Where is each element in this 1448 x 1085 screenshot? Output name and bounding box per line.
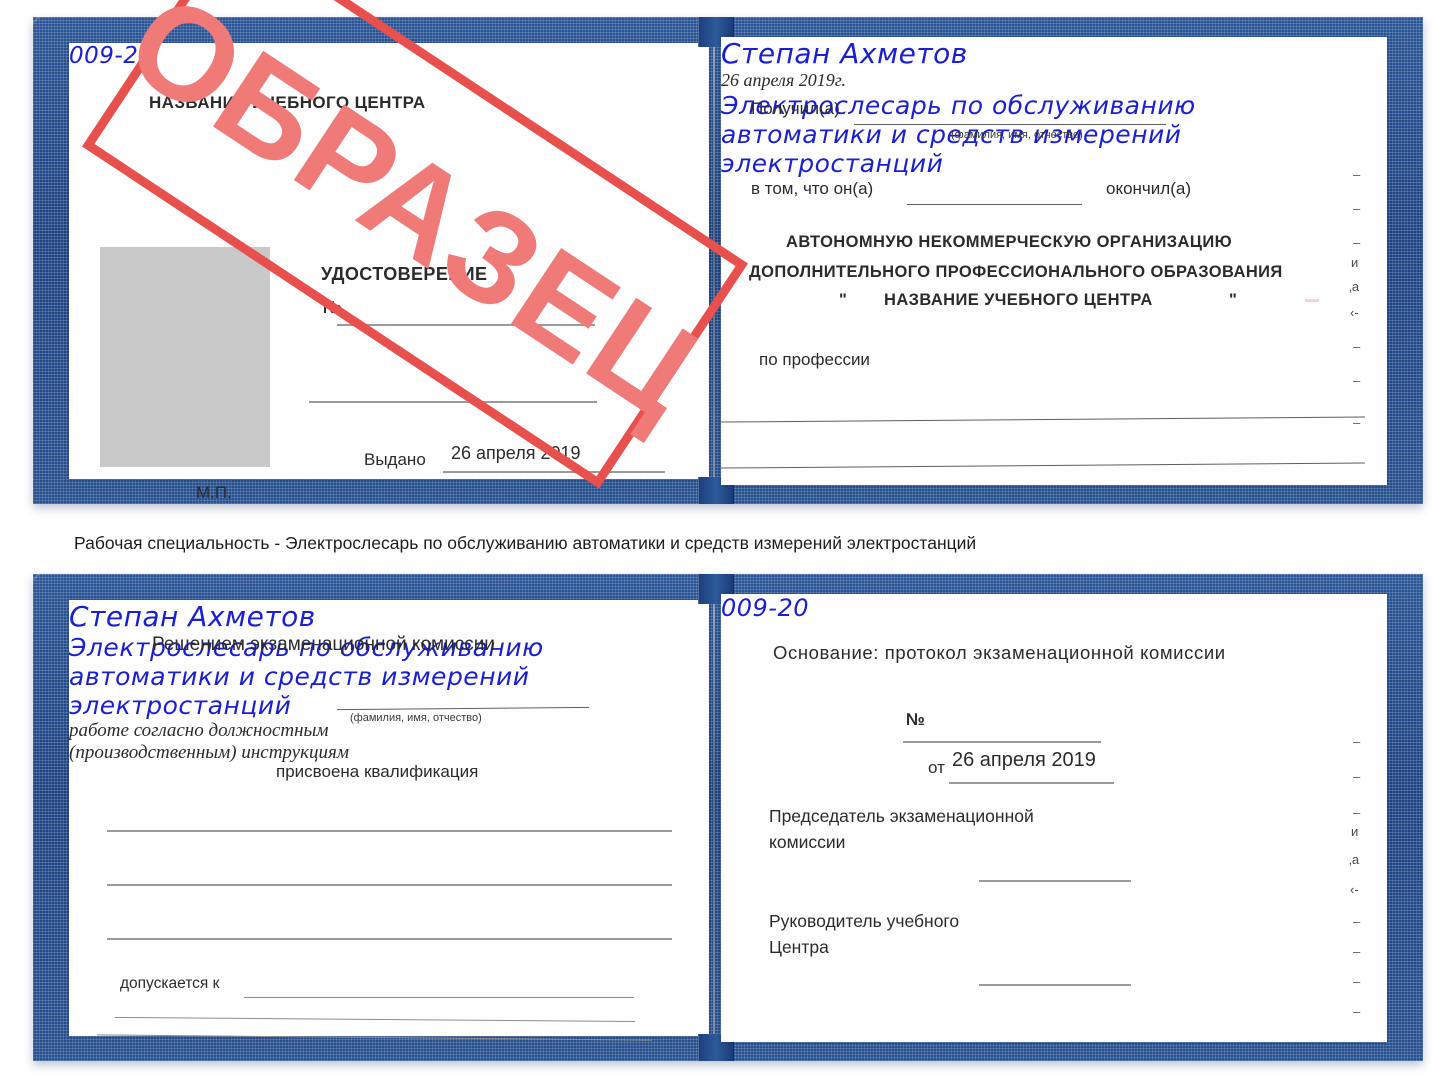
profession-label: по профессии	[759, 350, 870, 369]
finished-label: окончил(а)	[1106, 179, 1191, 198]
protocol-date-value: 26 апреля 2019	[952, 749, 1096, 771]
chairman-signature-rule	[979, 880, 1131, 882]
head-line-1: Руководитель учебного	[769, 911, 960, 931]
qualification-rule-2	[107, 884, 672, 886]
certificate-top-right-page: Получил(а) Степан Ахметов (фамилия, имя,…	[721, 37, 1387, 485]
chairman-line-2: комиссии	[769, 832, 846, 852]
photo-placeholder	[100, 247, 270, 467]
profession-line-3: электростанций	[721, 149, 944, 178]
head-line-2: Центра	[769, 937, 829, 957]
fio-hint-bottom: (фамилия, имя, отчество)	[350, 712, 482, 724]
certificate-bottom-left-page: Решением экзаменационной комиссии Степан…	[69, 600, 709, 1041]
protocol-number-label: №	[906, 710, 925, 729]
org-line-3: НАЗВАНИЕ УЧЕБНОГО ЦЕНТРА	[884, 291, 1153, 309]
issued-label: Выдано	[364, 450, 426, 469]
certificate-bottom-spine	[713, 604, 715, 1042]
number-value-top: 009-20	[69, 43, 154, 69]
training-center-name-top: НАЗВАНИЕ УЧЕБНОГО ЦЕНТРА	[149, 93, 426, 112]
number-label-top: №	[323, 298, 342, 317]
admitted-rule-1	[244, 997, 634, 998]
certificate-top-spine	[713, 47, 715, 485]
decision-heading: Решением экзаменационной комиссии	[152, 634, 495, 655]
issued-rule	[443, 471, 665, 473]
head-signature-rule	[979, 984, 1131, 986]
received-rule	[854, 124, 1166, 125]
caption-text: Рабочая специальность - Электрослесарь п…	[74, 533, 977, 553]
received-value: Степан Ахметов	[721, 37, 968, 70]
issued-value: 26 апреля 2019	[451, 443, 581, 463]
profession-rule-1	[721, 416, 1365, 423]
protocol-number-rule	[903, 741, 1101, 743]
certificate-title: УДОСТОВЕРЕНИЕ	[321, 264, 488, 284]
number-rule-top	[337, 324, 595, 326]
profession-rule-2	[721, 462, 1365, 469]
received-label: Получил(а)	[751, 99, 840, 118]
basis-label: Основание: протокол экзаменационной коми…	[773, 642, 1226, 663]
qualification-line-2: автоматики и средств измерений	[69, 662, 530, 691]
seal-label: М.П.	[196, 483, 232, 502]
in-that-value: 26 апреля 2019г.	[721, 70, 847, 90]
decision-name-value: Степан Ахметов	[69, 600, 316, 633]
admitted-rule-2	[115, 1016, 635, 1023]
admitted-label: допускается к	[120, 975, 220, 992]
org-line-1: АВТОНОМНУЮ НЕКОММЕРЧЕСКУЮ ОРГАНИЗАЦИЮ	[786, 233, 1232, 251]
fio-hint-top: (фамилия, имя, отчество)	[951, 129, 1083, 141]
protocol-date-label: от	[928, 758, 945, 777]
certificate-bottom: Решением экзаменационной комиссии Степан…	[33, 574, 1423, 1061]
blank-rule-top	[309, 401, 597, 403]
in-that-rule	[907, 204, 1082, 205]
org-quote-open: "	[839, 291, 848, 309]
qualification-rule-3	[107, 938, 672, 940]
protocol-date-rule	[949, 782, 1114, 784]
protocol-number-value: 009-20	[721, 594, 810, 622]
admitted-value-line-2: (производственным) инструкциям	[69, 742, 349, 763]
scan-speck-1	[1305, 299, 1319, 302]
org-line-2: ДОПОЛНИТЕЛЬНОГО ПРОФЕССИОНАЛЬНОГО ОБРАЗО…	[749, 263, 1283, 281]
qualification-label: присвоена квалификация	[276, 762, 479, 781]
org-quote-close: "	[1229, 291, 1238, 309]
in-that-label: в том, что он(а)	[751, 179, 874, 198]
certificate-top: НАЗВАНИЕ УЧЕБНОГО ЦЕНТРА УДОСТОВЕРЕНИЕ №…	[33, 17, 1423, 504]
chairman-line-1: Председатель экзаменационной	[769, 806, 1034, 826]
certificate-bottom-right-page: Основание: протокол экзаменационной коми…	[721, 594, 1387, 1042]
certificate-top-left-page: НАЗВАНИЕ УЧЕБНОГО ЦЕНТРА УДОСТОВЕРЕНИЕ №…	[69, 43, 709, 502]
qualification-rule-1	[107, 830, 672, 832]
